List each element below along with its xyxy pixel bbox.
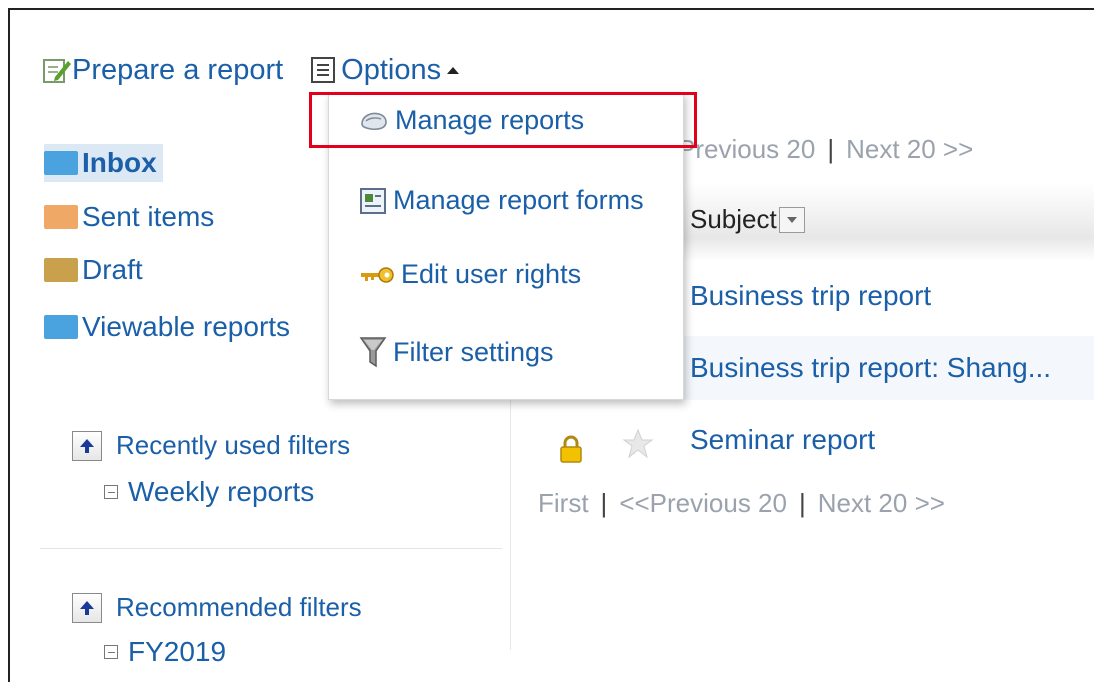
sort-button[interactable]: [778, 206, 805, 233]
report-forms-icon: [360, 187, 386, 214]
recommended-filters-section: Recommended filters: [72, 592, 362, 623]
folder-sent-items[interactable]: Sent items: [44, 198, 214, 236]
lock-icon: [560, 435, 582, 463]
tree-node-icon: [104, 645, 118, 659]
highlight-box: [309, 92, 697, 148]
pager-top: Previous 20 | Next 20 >>: [678, 134, 973, 165]
prepare-report-label: Prepare a report: [72, 53, 284, 86]
folder-icon: [44, 151, 78, 175]
prepare-report-button[interactable]: Prepare a report: [42, 54, 283, 87]
collapse-recent-button[interactable]: [72, 430, 102, 461]
pager-bottom: First | <<Previous 20 | Next 20 >>: [538, 488, 945, 519]
folder-viewable-reports[interactable]: Viewable reports: [44, 308, 290, 346]
menu-item-label: Edit user rights: [401, 259, 582, 289]
recent-filters-title: Recently used filters: [116, 430, 351, 460]
filter-fy2019[interactable]: FY2019: [104, 636, 226, 668]
toolbar: Prepare a report Options: [42, 50, 461, 90]
subject-column-header[interactable]: Subject: [690, 204, 805, 235]
menu-item-filter-settings[interactable]: Filter settings: [359, 335, 554, 369]
options-label: Options: [341, 53, 442, 86]
caret-up-icon: [447, 67, 460, 74]
filter-label: FY2019: [128, 636, 227, 667]
report-window: Prepare a report Options Inbox Sent item…: [8, 8, 1094, 682]
previous-20-link[interactable]: <<Previous 20: [619, 488, 787, 519]
divider: [40, 548, 502, 549]
arrow-up-icon: [80, 600, 94, 615]
divider: [510, 390, 511, 650]
filter-label: Weekly reports: [128, 476, 315, 507]
folder-inbox[interactable]: Inbox: [44, 144, 163, 182]
pager-separator: |: [827, 134, 835, 164]
tree-node-icon: [104, 485, 118, 499]
pager-separator: |: [600, 488, 608, 518]
menu-item-edit-user-rights[interactable]: Edit user rights: [359, 259, 581, 290]
key-icon: [361, 266, 394, 283]
report-link-seminar[interactable]: Seminar report: [690, 424, 875, 456]
pager-separator: |: [798, 488, 806, 518]
folder-label: Viewable reports: [82, 311, 291, 342]
options-menu-button[interactable]: Options: [311, 54, 461, 87]
report-link-business-trip-shang[interactable]: Business trip report: Shang...: [690, 352, 1051, 384]
folder-draft[interactable]: Draft: [44, 251, 143, 289]
subject-header-label: Subject: [690, 204, 777, 234]
arrow-up-icon: [80, 438, 94, 453]
menu-item-label: Manage report forms: [393, 185, 644, 215]
recommended-filters-title: Recommended filters: [116, 592, 362, 622]
next-20-link[interactable]: Next 20 >>: [818, 488, 945, 519]
list-icon: [311, 57, 336, 83]
folder-icon: [44, 258, 78, 282]
report-link-business-trip[interactable]: Business trip report: [690, 280, 931, 312]
folder-label: Draft: [82, 254, 143, 285]
first-link[interactable]: First: [538, 488, 589, 519]
funnel-icon: [359, 337, 387, 368]
write-report-icon: [43, 59, 71, 83]
recent-filters-section: Recently used filters: [72, 430, 350, 461]
next-20-link[interactable]: Next 20 >>: [846, 134, 973, 165]
menu-item-label: Filter settings: [393, 336, 554, 367]
chevron-down-icon: [786, 216, 797, 223]
star-icon[interactable]: [622, 428, 654, 460]
filter-weekly-reports[interactable]: Weekly reports: [104, 476, 314, 508]
collapse-recommended-button[interactable]: [72, 592, 102, 623]
previous-20-link[interactable]: Previous 20: [678, 134, 815, 165]
folder-label: Inbox: [82, 147, 157, 178]
folder-label: Sent items: [82, 201, 215, 232]
folder-icon: [44, 205, 78, 229]
menu-item-manage-report-forms[interactable]: Manage report forms: [359, 185, 644, 216]
folder-icon: [44, 315, 78, 339]
